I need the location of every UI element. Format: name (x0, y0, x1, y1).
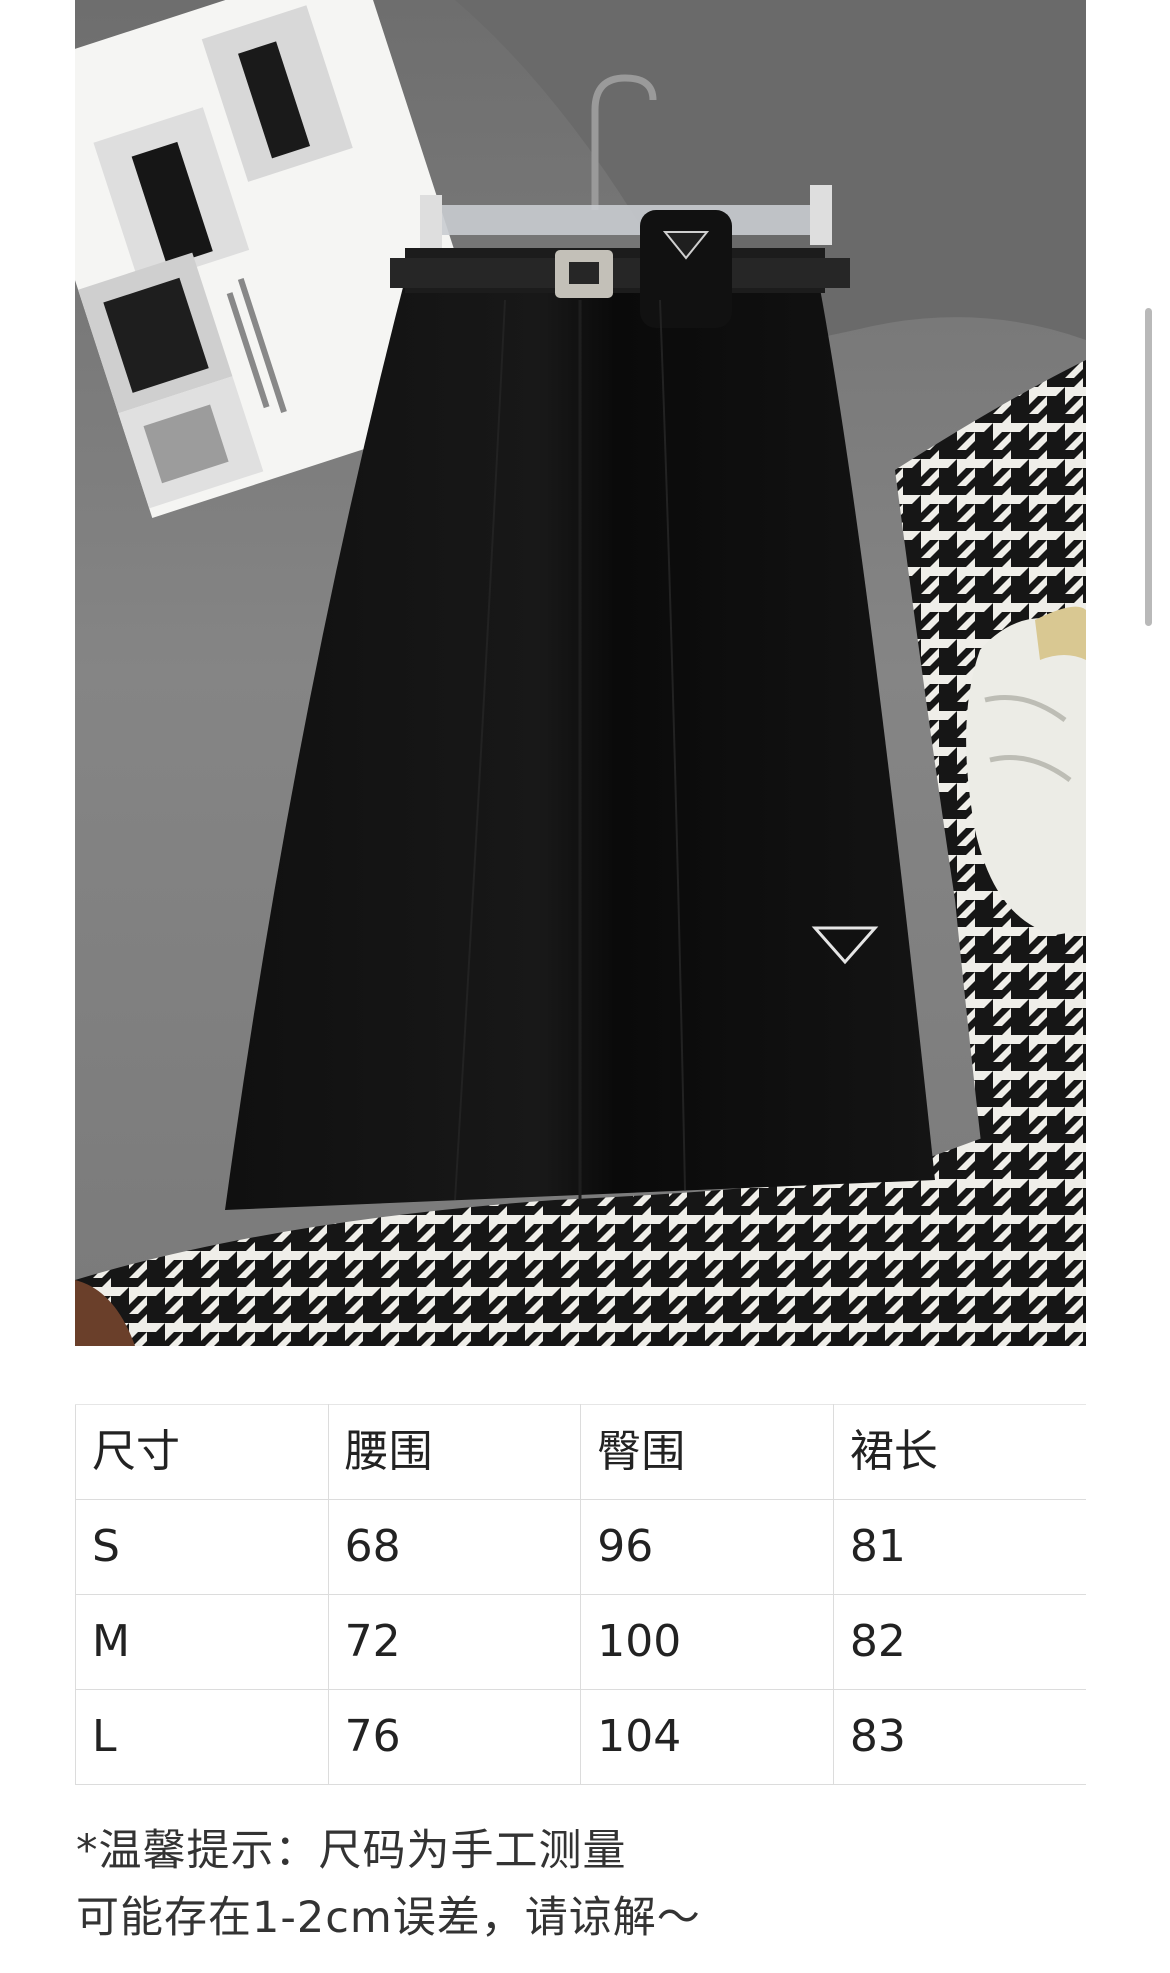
cell-length: 83 (832, 1689, 1086, 1785)
table-row: M 72 100 82 (75, 1594, 1086, 1690)
header-length: 裙长 (832, 1404, 1086, 1500)
measurement-note: *温馨提示：尺码为手工测量 可能存在1-2cm误差，请谅解～ (76, 1818, 1126, 1952)
cell-waist: 72 (327, 1594, 582, 1690)
cell-size: L (75, 1689, 329, 1785)
cell-length: 82 (832, 1594, 1086, 1690)
scrollbar[interactable] (1145, 308, 1152, 626)
header-size: 尺寸 (75, 1404, 329, 1500)
note-line-1: *温馨提示：尺码为手工测量 (76, 1826, 627, 1876)
cell-size: S (75, 1499, 329, 1595)
header-hip: 臀围 (580, 1404, 834, 1500)
table-row: S 68 96 81 (75, 1499, 1086, 1595)
note-line-2: 可能存在1-2cm误差，请谅解～ (76, 1893, 701, 1943)
cell-waist: 68 (327, 1499, 582, 1595)
table-row: L 76 104 83 (75, 1689, 1086, 1785)
cell-hip: 104 (580, 1689, 834, 1785)
cell-size: M (75, 1594, 329, 1690)
header-waist: 腰围 (327, 1404, 582, 1500)
cell-hip: 100 (580, 1594, 834, 1690)
product-photo[interactable] (75, 0, 1086, 1346)
cell-waist: 76 (327, 1689, 582, 1785)
size-table: 尺寸 腰围 臀围 裙长 S 68 96 81 M 72 100 82 L 76 … (75, 1404, 1086, 1785)
cell-hip: 96 (580, 1499, 834, 1595)
table-header-row: 尺寸 腰围 臀围 裙长 (75, 1404, 1086, 1500)
cell-length: 81 (832, 1499, 1086, 1595)
